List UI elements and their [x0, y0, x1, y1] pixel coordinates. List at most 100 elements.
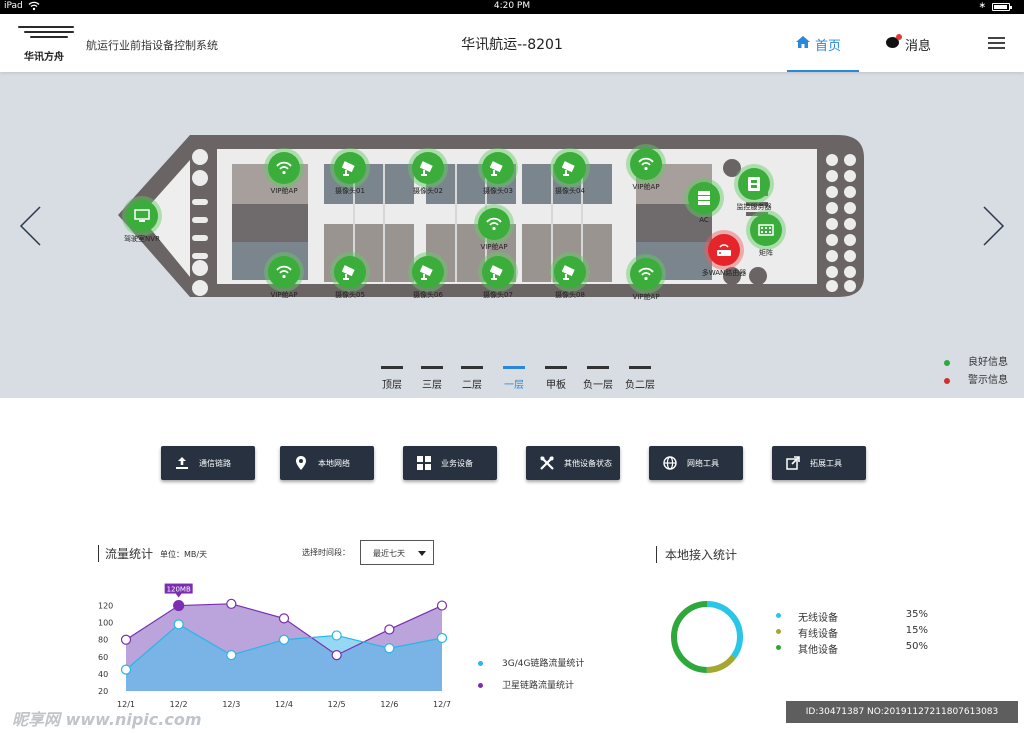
matrix-icon — [758, 224, 774, 236]
data-point[interactable] — [173, 599, 185, 612]
device-node[interactable]: VIP舱AP — [254, 152, 314, 206]
floor-tab[interactable]: 顶层 — [372, 366, 412, 391]
device-status-circle — [750, 214, 782, 246]
legend-series-2-label: 卫星链路流量统计 — [502, 681, 575, 691]
business-devices-button[interactable]: 业务设备 — [403, 446, 497, 480]
device-status-circle — [708, 234, 740, 266]
device-node[interactable]: 摄像头01 — [320, 152, 380, 206]
data-point[interactable] — [331, 650, 342, 661]
floor-tab[interactable]: 一层 — [494, 366, 534, 391]
floor-tab-indicator — [587, 366, 609, 369]
wifi-icon — [486, 217, 502, 231]
message-icon — [886, 34, 902, 48]
data-point[interactable] — [331, 630, 342, 641]
other-device-status-button[interactable]: 其他设备状态 — [526, 446, 620, 480]
x-tick-label: 12/7 — [433, 700, 451, 709]
camera-icon — [490, 161, 503, 176]
x-tick-label: 12/6 — [380, 700, 398, 709]
y-tick-label: 40 — [98, 670, 108, 679]
camera-icon — [562, 161, 575, 176]
nav-home-tab[interactable]: 首页 — [787, 14, 859, 72]
legend-series-1: 3G/4G链路流量统计 — [478, 658, 584, 680]
brand-logo: 华讯方舟 — [18, 22, 74, 64]
extension-tools-button[interactable]: 拓展工具 — [772, 446, 866, 480]
status-legend: 良好信息 警示信息 — [944, 357, 1008, 393]
previous-arrow-icon[interactable] — [18, 205, 42, 247]
wifi-icon — [276, 265, 292, 279]
data-point[interactable] — [436, 632, 448, 644]
wifi-icon — [638, 157, 654, 171]
data-point[interactable] — [384, 643, 395, 654]
floor-tab-label: 二层 — [462, 380, 482, 391]
chart-tooltip: 120MB — [164, 583, 193, 598]
device-node[interactable]: 摄像头02 — [398, 152, 458, 206]
hamburger-menu-icon[interactable] — [988, 37, 1005, 49]
device-node[interactable]: VIP舱AP — [254, 256, 314, 310]
time-range-select[interactable]: 最近七天 — [360, 540, 434, 565]
device-label: 摄像头07 — [483, 291, 513, 299]
device-status-circle — [268, 256, 300, 288]
floor-tab-label: 负一层 — [583, 380, 613, 391]
data-point[interactable] — [173, 619, 184, 630]
device-node[interactable]: 摄像头07 — [468, 256, 528, 310]
router-icon — [717, 244, 731, 256]
comm-link-button[interactable]: 通信链路 — [161, 446, 255, 480]
floor-tab[interactable]: 负一层 — [578, 366, 618, 391]
data-point[interactable] — [278, 613, 290, 624]
traffic-area-chart: 2040608010012012/1 12/2 12/3 12/4 12/5 12/6 12… — [98, 583, 451, 709]
camera-icon — [342, 161, 355, 176]
camera-icon — [562, 265, 575, 280]
device-node[interactable]: 摄像头08 — [540, 256, 600, 310]
location-pin-icon — [296, 456, 306, 470]
unread-dot — [896, 34, 902, 40]
data-point[interactable] — [384, 624, 395, 635]
camera-icon — [490, 265, 503, 280]
device-node[interactable]: 摄像头03 — [468, 152, 528, 206]
device-node[interactable]: 多WAN路由器 — [694, 234, 754, 288]
tool-label: 业务设备 — [441, 459, 473, 468]
data-point[interactable] — [120, 634, 132, 645]
wifi-icon — [638, 267, 654, 281]
legend-series-1-label: 3G/4G链路流量统计 — [502, 659, 585, 669]
monitor-server-icon — [748, 177, 760, 191]
device-status-circle — [268, 152, 300, 184]
data-point[interactable] — [120, 664, 132, 675]
data-point[interactable] — [278, 634, 290, 645]
camera-icon — [342, 265, 355, 280]
floor-tab[interactable]: 甲板 — [536, 366, 576, 391]
device-node[interactable]: VIP舱AP — [616, 148, 676, 202]
y-tick-label: 20 — [98, 687, 108, 696]
data-point[interactable] — [226, 598, 237, 609]
camera-icon — [420, 265, 433, 280]
device-node[interactable]: VIP舱AP — [616, 258, 676, 312]
floor-tab[interactable]: 三层 — [412, 366, 452, 391]
device-node[interactable]: 摄像头04 — [540, 152, 600, 206]
camera-icon — [420, 161, 433, 176]
device-node[interactable]: VIP舱AP — [464, 208, 524, 262]
battery-icon — [992, 3, 1012, 11]
floor-tab[interactable]: 二层 — [452, 366, 492, 391]
external-link-icon — [786, 456, 800, 470]
legend-good-label: 良好信息 — [968, 357, 1008, 368]
next-arrow-icon[interactable] — [982, 205, 1006, 247]
time-range-label: 选择时间段： — [302, 548, 350, 557]
nvr-icon — [134, 209, 150, 222]
access-legend: 无线设备 35% 有线设备 15% 其他设备 50% — [776, 609, 928, 657]
nav-messages-tab[interactable]: 消息 — [886, 14, 946, 72]
data-point[interactable] — [436, 600, 448, 611]
y-tick-label: 60 — [98, 653, 108, 662]
floor-tab-label: 三层 — [422, 380, 442, 391]
tools-icon — [540, 456, 554, 470]
tool-label: 通信链路 — [199, 459, 231, 468]
data-point[interactable] — [226, 650, 237, 661]
device-label: 摄像头03 — [483, 187, 513, 195]
network-tools-button[interactable]: 网络工具 — [649, 446, 743, 480]
local-network-button[interactable]: 本地网络 — [280, 446, 374, 480]
device-node[interactable]: 摄像头05 — [320, 256, 380, 310]
floor-tab[interactable]: 负二层 — [620, 366, 660, 391]
device-node[interactable]: 摄像头06 — [398, 256, 458, 310]
floor-tab-indicator — [503, 366, 525, 369]
access-item-other: 其他设备 50% — [776, 641, 928, 657]
logo-text: 华讯方舟 — [24, 52, 64, 63]
device-node[interactable]: 驾驶室NVR — [112, 200, 172, 254]
